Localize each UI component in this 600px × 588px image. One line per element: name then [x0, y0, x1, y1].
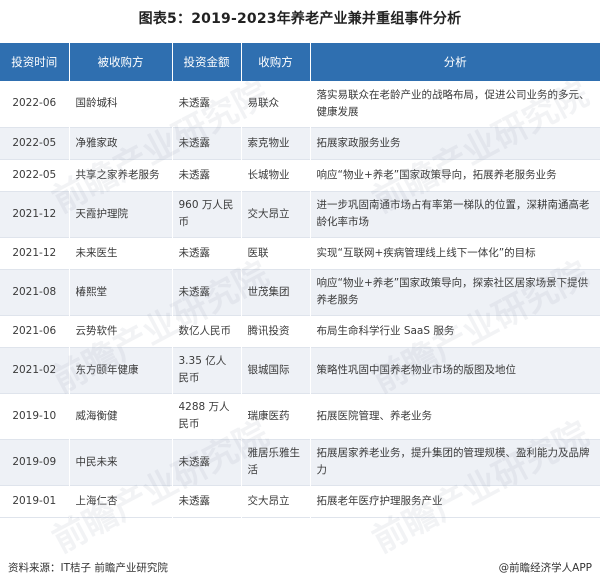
ma-events-table-container: 投资时间 被收购方 投资金额 收购方 分析 2022-06 国龄城科 未透露 易联众落… [0, 43, 600, 518]
cell-analysis: 实现“互联网+疾病管理线上线下一体化”的目标 [310, 237, 600, 269]
cell-analysis: 布局生命科学行业 SaaS 服务 [310, 315, 600, 347]
cell-analysis: 拓展居家养老业务，提升集团的管理规模、盈利能力及品牌力 [310, 439, 600, 485]
table-row: 2021-06 云势软件 数亿人民币 腾讯投资 布局生命科学行业 SaaS 服务 [0, 315, 600, 347]
cell-amount: 未透露 [172, 269, 242, 315]
cell-amount: 4288 万人民币 [172, 393, 242, 439]
table-row: 2022-06 国龄城科 未透露 易联众 落实易联众在老龄产业的战略布局，促进公司业务的… [0, 81, 600, 127]
cell-target: 云势软件 [69, 315, 173, 347]
ma-events-table: 投资时间 被收购方 投资金额 收购方 分析 2022-06 国龄城科 未透露 易联众落… [0, 43, 600, 518]
cell-acquirer: 世茂集团 [241, 269, 311, 315]
cell-acquirer: 银城国际 [241, 347, 311, 393]
cell-acquirer: 易联众 [241, 81, 311, 127]
cell-investment-time: 2019-09 [0, 439, 70, 485]
cell-acquirer: 交大昂立 [241, 485, 311, 517]
cell-acquirer: 长城物业 [241, 159, 311, 191]
cell-amount: 未透露 [172, 237, 242, 269]
cell-amount: 3.35 亿人民币 [172, 347, 242, 393]
header-amount: 投资金额 [172, 43, 242, 81]
header-target: 被收购方 [69, 43, 173, 81]
cell-target: 共享之家养老服务 [69, 159, 173, 191]
cell-investment-time: 2022-05 [0, 127, 70, 159]
cell-analysis: 拓展老年医疗护理服务产业 [310, 485, 600, 517]
cell-analysis: 拓展医院管理、养老业务 [310, 393, 600, 439]
cell-acquirer: 腾讯投资 [241, 315, 311, 347]
cell-investment-time: 2019-10 [0, 393, 70, 439]
cell-analysis: 响应“物业+养老”国家政策导向，拓展养老服务业务 [310, 159, 600, 191]
cell-amount: 未透露 [172, 127, 242, 159]
cell-target: 上海仁杏 [69, 485, 173, 517]
brand-credit: @前瞻经济学人APP [498, 562, 592, 574]
cell-investment-time: 2021-12 [0, 191, 70, 237]
cell-amount: 未透露 [172, 159, 242, 191]
cell-target: 中民未来 [69, 439, 173, 485]
figure-title: 图表5：2019-2023年养老产业兼并重组事件分析 [138, 11, 462, 27]
cell-investment-time: 2021-12 [0, 237, 70, 269]
cell-target: 净雅家政 [69, 127, 173, 159]
table-row: 2021-12 未来医生 未透露 医联 实现“互联网+疾病管理线上线下一体化”的目标 [0, 237, 600, 269]
table-row: 2019-09 中民未来 未透露 雅居乐雅生活 拓展居家养老业务，提升集团的管理规模、盈… [0, 439, 600, 485]
cell-acquirer: 瑞康医药 [241, 393, 311, 439]
header-acquirer: 收购方 [241, 43, 311, 81]
cell-investment-time: 2021-02 [0, 347, 70, 393]
cell-analysis: 策略性巩固中国养老物业市场的版图及地位 [310, 347, 600, 393]
cell-acquirer: 医联 [241, 237, 311, 269]
cell-investment-time: 2022-05 [0, 159, 70, 191]
cell-acquirer: 雅居乐雅生活 [241, 439, 311, 485]
cell-target: 威海衡健 [69, 393, 173, 439]
table-header-row: 投资时间 被收购方 投资金额 收购方 分析 [0, 43, 600, 81]
cell-target: 国龄城科 [69, 81, 173, 127]
cell-investment-time: 2019-01 [0, 485, 70, 517]
cell-amount: 未透露 [172, 439, 242, 485]
cell-amount: 未透露 [172, 81, 242, 127]
table-row: 2019-10 威海衡健 4288 万人民币 瑞康医药 拓展医院管理、养老业务 [0, 393, 600, 439]
cell-amount: 960 万人民币 [172, 191, 242, 237]
cell-acquirer: 交大昂立 [241, 191, 311, 237]
cell-target: 椿熙堂 [69, 269, 173, 315]
table-row: 2019-01 上海仁杏 未透露 交大昂立 拓展老年医疗护理服务产业 [0, 485, 600, 517]
table-row: 2021-08 椿熙堂 未透露 世茂集团 响应“物业+养老”国家政策导向，探索社区居家场… [0, 269, 600, 315]
cell-amount: 数亿人民币 [172, 315, 242, 347]
cell-investment-time: 2021-06 [0, 315, 70, 347]
cell-target: 天霞护理院 [69, 191, 173, 237]
table-body: 2022-06 国龄城科 未透露 易联众 落实易联众在老龄产业的战略布局，促进公司业务的… [0, 81, 600, 517]
header-analysis: 分析 [310, 43, 600, 81]
cell-target: 东方颐年健康 [69, 347, 173, 393]
cell-target: 未来医生 [69, 237, 173, 269]
cell-analysis: 拓展家政服务业务 [310, 127, 600, 159]
source-note: 资料来源：IT桔子 前瞻产业研究院 [8, 562, 168, 574]
header-investment-time: 投资时间 [0, 43, 70, 81]
cell-investment-time: 2022-06 [0, 81, 70, 127]
cell-investment-time: 2021-08 [0, 269, 70, 315]
cell-acquirer: 索克物业 [241, 127, 311, 159]
table-row: 2022-05 净雅家政 未透露 索克物业 拓展家政服务业务 [0, 127, 600, 159]
table-row: 2021-12 天霞护理院 960 万人民币 交大昂立 进一步巩固南通市场占有率第一梯队… [0, 191, 600, 237]
footer: 资料来源：IT桔子 前瞻产业研究院 @前瞻经济学人APP [8, 560, 592, 575]
table-row: 2021-02 东方颐年健康 3.35 亿人民币 银城国际 策略性巩固中国养老物业市场的… [0, 347, 600, 393]
cell-analysis: 响应“物业+养老”国家政策导向，探索社区居家场景下提供养老服务 [310, 269, 600, 315]
cell-analysis: 落实易联众在老龄产业的战略布局，促进公司业务的多元、健康发展 [310, 81, 600, 127]
table-row: 2022-05 共享之家养老服务 未透露 长城物业 响应“物业+养老”国家政策导向，拓展… [0, 159, 600, 191]
cell-amount: 未透露 [172, 485, 242, 517]
cell-analysis: 进一步巩固南通市场占有率第一梯队的位置，深耕南通高老龄化率市场 [310, 191, 600, 237]
